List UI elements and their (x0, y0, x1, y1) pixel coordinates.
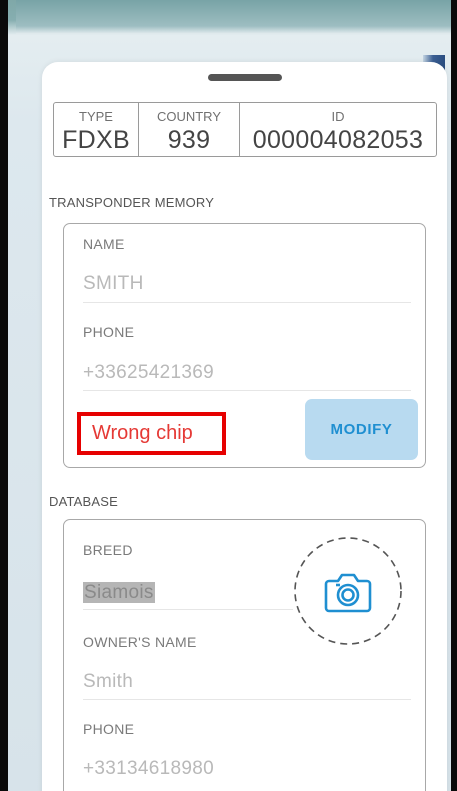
phone-value[interactable]: +33625421369 (83, 362, 214, 384)
owner-name-label: OWNER'S NAME (83, 634, 197, 650)
breed-value-text: Siamois (83, 582, 155, 603)
app-background-header (16, 0, 451, 34)
sheet-drag-handle[interactable] (208, 74, 282, 81)
id-column: ID 000004082053 (239, 103, 436, 156)
add-photo-button[interactable] (292, 535, 404, 647)
owner-name-value[interactable]: Smith (83, 671, 133, 693)
country-value: 939 (167, 126, 211, 154)
breed-label: BREED (83, 542, 133, 558)
country-label: COUNTRY (156, 109, 222, 124)
id-label: ID (331, 109, 345, 124)
transponder-memory-title: TRANSPONDER MEMORY (49, 195, 215, 210)
chip-id-box: TYPE FDXB COUNTRY 939 ID 000004082053 (53, 102, 437, 157)
wrong-chip-status: Wrong chip (77, 412, 226, 455)
database-title: DATABASE (49, 494, 119, 509)
country-column: COUNTRY 939 (138, 103, 239, 156)
name-underline (83, 302, 411, 303)
phone-underline (83, 390, 411, 391)
breed-value[interactable]: Siamois (83, 582, 155, 604)
modify-button[interactable]: MODIFY (305, 399, 418, 460)
name-value[interactable]: SMITH (83, 273, 144, 295)
type-label: TYPE (79, 109, 113, 124)
camera-icon (294, 537, 402, 645)
phone-label: PHONE (83, 324, 135, 340)
phone-frame: TYPE FDXB COUNTRY 939 ID 000004082053 TR… (0, 0, 457, 791)
breed-underline (83, 609, 293, 610)
db-phone-value[interactable]: +33134618980 (83, 758, 214, 780)
db-phone-label: PHONE (83, 721, 135, 737)
type-column: TYPE FDXB (54, 103, 138, 156)
id-value: 000004082053 (252, 126, 424, 154)
type-value: FDXB (62, 126, 130, 154)
owner-name-underline (83, 699, 411, 700)
name-label: NAME (83, 236, 125, 252)
